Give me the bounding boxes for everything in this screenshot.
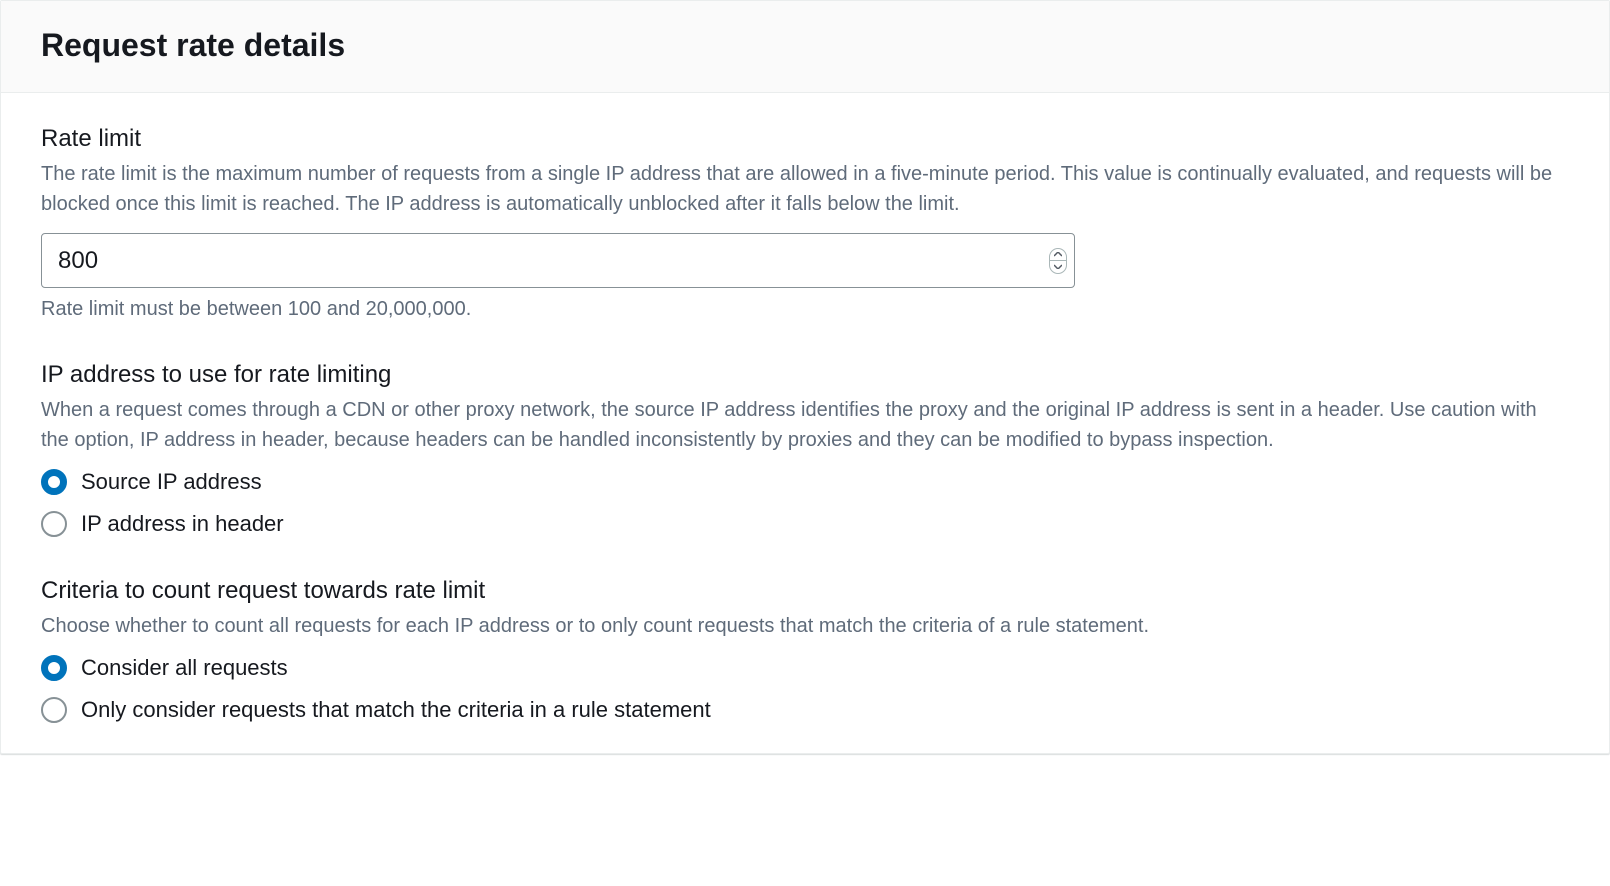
criteria-label: Criteria to count request towards rate l… [41,577,1569,605]
request-rate-details-panel: Request rate details Rate limit The rate… [0,0,1610,754]
panel-header: Request rate details [1,1,1609,93]
rate-limit-hint: Rate limit must be between 100 and 20,00… [41,298,1569,321]
ip-address-field: IP address to use for rate limiting When… [41,361,1569,537]
radio-all-requests[interactable]: Consider all requests [41,655,1569,681]
radio-indicator-selected [41,469,67,495]
radio-header-ip[interactable]: IP address in header [41,511,1569,537]
criteria-radio-group: Consider all requests Only consider requ… [41,655,1569,723]
criteria-field: Criteria to count request towards rate l… [41,577,1569,723]
rate-limit-field: Rate limit The rate limit is the maximum… [41,125,1569,321]
radio-label-source-ip: Source IP address [81,469,262,495]
panel-body: Rate limit The rate limit is the maximum… [1,93,1609,753]
ip-address-radio-group: Source IP address IP address in header [41,469,1569,537]
radio-source-ip[interactable]: Source IP address [41,469,1569,495]
rate-limit-input[interactable] [41,233,1075,288]
radio-indicator [41,511,67,537]
radio-indicator-selected [41,655,67,681]
panel-title: Request rate details [41,27,1569,64]
rate-limit-label: Rate limit [41,125,1569,153]
chevron-down-icon [1054,264,1062,269]
number-stepper [1049,248,1067,274]
ip-address-description: When a request comes through a CDN or ot… [41,395,1569,455]
radio-indicator [41,697,67,723]
rate-limit-description: The rate limit is the maximum number of … [41,159,1569,219]
chevron-up-icon [1054,252,1062,257]
stepper-down-button[interactable] [1050,261,1066,273]
rate-limit-input-wrapper [41,233,1075,288]
radio-label-header-ip: IP address in header [81,511,284,537]
radio-label-rule-match: Only consider requests that match the cr… [81,697,711,723]
stepper-up-button[interactable] [1050,249,1066,261]
radio-label-all-requests: Consider all requests [81,655,288,681]
criteria-description: Choose whether to count all requests for… [41,611,1569,641]
ip-address-label: IP address to use for rate limiting [41,361,1569,389]
radio-rule-match[interactable]: Only consider requests that match the cr… [41,697,1569,723]
